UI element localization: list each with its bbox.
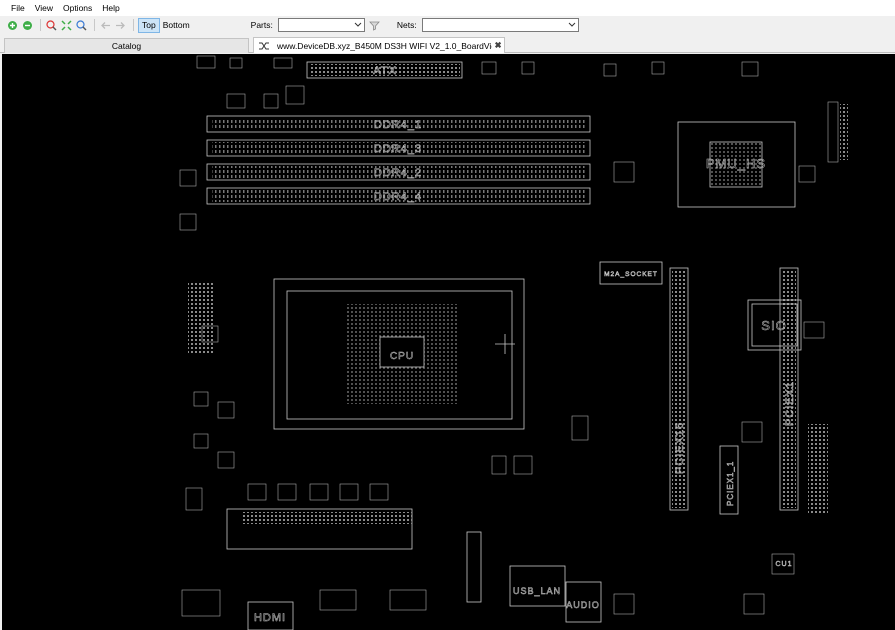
- ddr4-2-label: DDR4_2: [374, 167, 422, 179]
- menu-bar: File View Options Help: [0, 0, 895, 16]
- cu1-label: CU1: [775, 561, 792, 568]
- parts-combobox[interactable]: [277, 18, 365, 32]
- back-arrow-icon[interactable]: [99, 19, 112, 32]
- pciex16-label: PCIEX16: [674, 422, 686, 474]
- toolbar-separator: [133, 19, 134, 31]
- atx-label: ATX: [373, 65, 397, 77]
- document-tab-title: www.DeviceDB.xyz_B450M DS3H WIFI V2_1.0_…: [277, 40, 492, 51]
- fit-board-icon[interactable]: [45, 19, 58, 32]
- tab-catalog[interactable]: Catalog: [4, 38, 249, 53]
- toolbar-separator: [40, 19, 41, 31]
- zoom-select-icon[interactable]: [75, 19, 88, 32]
- menu-help[interactable]: Help: [97, 0, 124, 16]
- top-side-button[interactable]: Top: [138, 17, 160, 33]
- usb-lan-label: USB_LAN: [513, 586, 561, 596]
- board-components: [179, 55, 848, 630]
- zoom-area-icon[interactable]: [60, 19, 73, 32]
- nets-label: Nets:: [396, 20, 417, 30]
- zoom-out-icon[interactable]: [21, 19, 34, 32]
- close-tab-icon[interactable]: ✖: [492, 40, 504, 51]
- pmu-hs-label: PMU_HS: [706, 156, 766, 171]
- pciex1-1-label: PCIEX1_1: [726, 461, 735, 506]
- nets-combobox[interactable]: [421, 18, 579, 32]
- audio-label: AUDIO: [566, 600, 600, 610]
- toolbar: Top Bottom Parts: Nets:: [0, 16, 895, 34]
- cpu-label: CPU: [390, 351, 414, 362]
- menu-view[interactable]: View: [30, 0, 58, 16]
- parts-label: Parts:: [250, 20, 273, 30]
- zoom-in-icon[interactable]: [6, 19, 19, 32]
- sio-label: SIO: [761, 318, 786, 333]
- ddr4-1-label: DDR4_1: [374, 119, 422, 131]
- menu-file[interactable]: File: [6, 0, 30, 16]
- forward-arrow-icon[interactable]: [114, 19, 127, 32]
- filter-icon[interactable]: [368, 19, 381, 32]
- chevron-down-icon: [354, 22, 362, 27]
- pciex1-label: PCIEX1: [784, 381, 796, 426]
- ddr4-3-label: DDR4_3: [374, 143, 422, 155]
- toolbar-separator: [94, 19, 95, 31]
- hdmi-label: HDMI: [254, 612, 286, 624]
- ddr4-4-label: DDR4_4: [374, 191, 422, 203]
- chevron-down-icon: [568, 22, 576, 27]
- board-drawing[interactable]: ATX DDR4_1 DDR4_3 DDR4_2 DDR4_4 PMU_HS M…: [2, 54, 895, 630]
- tab-bar: Catalog www.DeviceDB.xyz_B450M DS3H WIFI…: [0, 36, 895, 53]
- bottom-side-button[interactable]: Bottom: [160, 19, 193, 32]
- tab-boardview-document[interactable]: www.DeviceDB.xyz_B450M DS3H WIFI V2_1.0_…: [253, 37, 505, 53]
- menu-options[interactable]: Options: [58, 0, 97, 16]
- board-canvas[interactable]: ATX DDR4_1 DDR4_3 DDR4_2 DDR4_4 PMU_HS M…: [2, 54, 895, 630]
- shuffle-icon: [259, 42, 269, 49]
- m2-socket-label: M2A_SOCKET: [604, 271, 658, 278]
